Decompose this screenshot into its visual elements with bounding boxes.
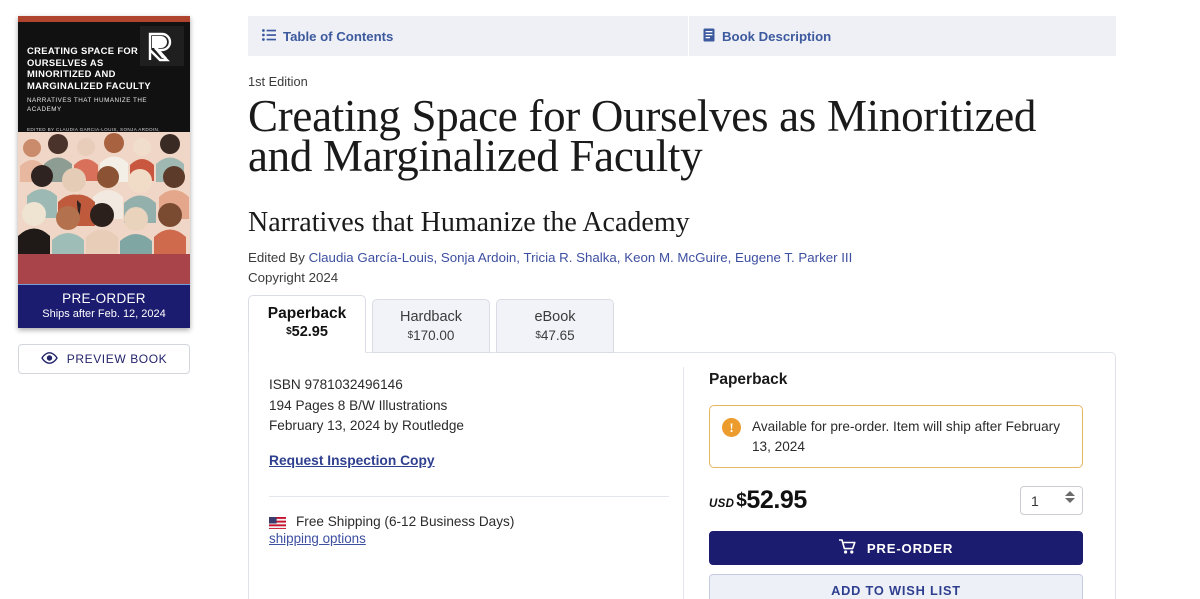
nav-table-of-contents-label: Table of Contents (283, 28, 394, 44)
cart-icon (838, 539, 856, 557)
byline: Edited By Claudia García-Louis, Sonja Ar… (248, 250, 1116, 265)
tab-hardback-name: Hardback (399, 309, 463, 326)
selected-format-title: Paperback (709, 371, 788, 389)
routledge-logo-icon (140, 26, 184, 66)
edited-by-label: Edited By (248, 250, 309, 266)
quantity-increment-icon[interactable] (1065, 491, 1075, 497)
tab-paperback[interactable]: Paperback $52.95 (248, 295, 366, 354)
page-title: Creating Space for Ourselves as Minoriti… (248, 91, 1037, 181)
quantity-decrement-icon[interactable] (1065, 498, 1075, 504)
preview-book-button[interactable]: PREVIEW BOOK (18, 344, 190, 374)
product-details: ISBN 9781032496146 194 Pages 8 B/W Illus… (249, 353, 683, 599)
tab-hardback-amount: 170.00 (413, 328, 455, 344)
tab-hardback-price: $170.00 (373, 327, 489, 345)
tab-ebook[interactable]: eBook $47.65 (496, 299, 614, 354)
tab-paperback-price: $52.95 (249, 323, 365, 341)
preorder-banner-title: PRE-ORDER (62, 291, 146, 306)
panel-divider (683, 367, 684, 599)
preorder-banner: PRE-ORDER Ships after Feb. 12, 2024 (18, 284, 190, 328)
list-icon (262, 28, 276, 44)
request-inspection-copy-link[interactable]: Request Inspection Copy (269, 453, 435, 468)
nav-book-description[interactable]: Book Description (689, 16, 845, 56)
tab-ebook-name: eBook (534, 309, 576, 326)
format-tabs: Paperback $52.95 Hardback $170.00 eBook … (248, 295, 1116, 354)
purchase-panel: ISBN 9781032496146 194 Pages 8 B/W Illus… (248, 352, 1116, 599)
cover-illustration (18, 132, 190, 254)
add-to-wish-list-button[interactable]: ADD TO WISH LIST (709, 574, 1083, 599)
edition-label: 1st Edition (248, 74, 308, 89)
tab-ebook-amount: 47.65 (540, 328, 575, 344)
nav-table-of-contents[interactable]: Table of Contents (248, 16, 688, 56)
shipping-text: Free Shipping (6-12 Business Days) (296, 513, 515, 529)
product-media-column: Creating Space for Ourselves as Minoriti… (18, 16, 190, 374)
tab-paperback-amount: 52.95 (291, 324, 328, 341)
publication-text: February 13, 2024 by Routledge (269, 418, 464, 434)
preorder-button-label: PRE-ORDER (866, 540, 954, 556)
preorder-alert: ! Available for pre-order. Item will shi… (709, 405, 1083, 469)
product-main-column: Table of Contents Book Description 1st E… (248, 16, 1116, 599)
product-page: Creating Space for Ourselves as Minoriti… (0, 0, 1200, 599)
cover-bottom-band (18, 254, 190, 284)
shipping-row: Free Shipping (6-12 Business Days) (269, 514, 659, 529)
quantity-value: 1 (1031, 492, 1039, 509)
preorder-alert-text: Available for pre-order. Item will ship … (752, 419, 1061, 454)
nav-book-description-label: Book Description (722, 28, 832, 44)
preorder-button[interactable]: PRE-ORDER (709, 531, 1083, 566)
shipping-options-link[interactable]: shipping options (269, 531, 366, 546)
isbn-text: ISBN 9781032496146 (269, 377, 403, 393)
price-value: 52.95 (746, 486, 807, 515)
details-divider (269, 495, 669, 497)
copyright-label: Copyright 2024 (248, 270, 339, 286)
cover-title: Creating Space for Ourselves as Minoriti… (27, 45, 152, 91)
add-to-wish-list-label: ADD TO WISH LIST (831, 582, 961, 598)
us-flag-icon (269, 516, 286, 529)
quantity-stepper[interactable]: 1 (1020, 486, 1083, 516)
price-amount: $52.95 (736, 486, 807, 514)
cover-subtitle: Narratives that Humanize the Academy (27, 97, 148, 114)
section-nav: Table of Contents Book Description (248, 16, 1116, 57)
purchase-controls: Paperback ! Available for pre-order. Ite… (683, 353, 1116, 599)
preorder-banner-ship-date: Ships after Feb. 12, 2024 (42, 308, 166, 320)
quantity-spinner[interactable] (1065, 491, 1075, 504)
book-icon (703, 28, 715, 45)
book-cover[interactable]: Creating Space for Ourselves as Minoriti… (18, 16, 190, 328)
price-row: USD $52.95 1 (709, 486, 1083, 516)
tab-paperback-name: Paperback (267, 305, 347, 323)
preview-book-label: PREVIEW BOOK (66, 352, 168, 366)
tab-ebook-price: $47.65 (497, 327, 613, 345)
tab-hardback[interactable]: Hardback $170.00 (372, 299, 490, 354)
page-subtitle: Narratives that Humanize the Academy (248, 207, 690, 239)
pages-text: 194 Pages 8 B/W Illustrations (269, 397, 448, 413)
currency-code: USD (709, 498, 735, 511)
eye-icon (40, 351, 58, 367)
price-display: USD $52.95 (709, 486, 807, 515)
exclamation-circle-icon: ! (722, 418, 741, 438)
currency-symbol: $ (736, 490, 747, 512)
author-links[interactable]: Claudia García-Louis, Sonja Ardoin, Tric… (309, 250, 853, 265)
cover-header: Creating Space for Ourselves as Minoriti… (18, 22, 190, 146)
